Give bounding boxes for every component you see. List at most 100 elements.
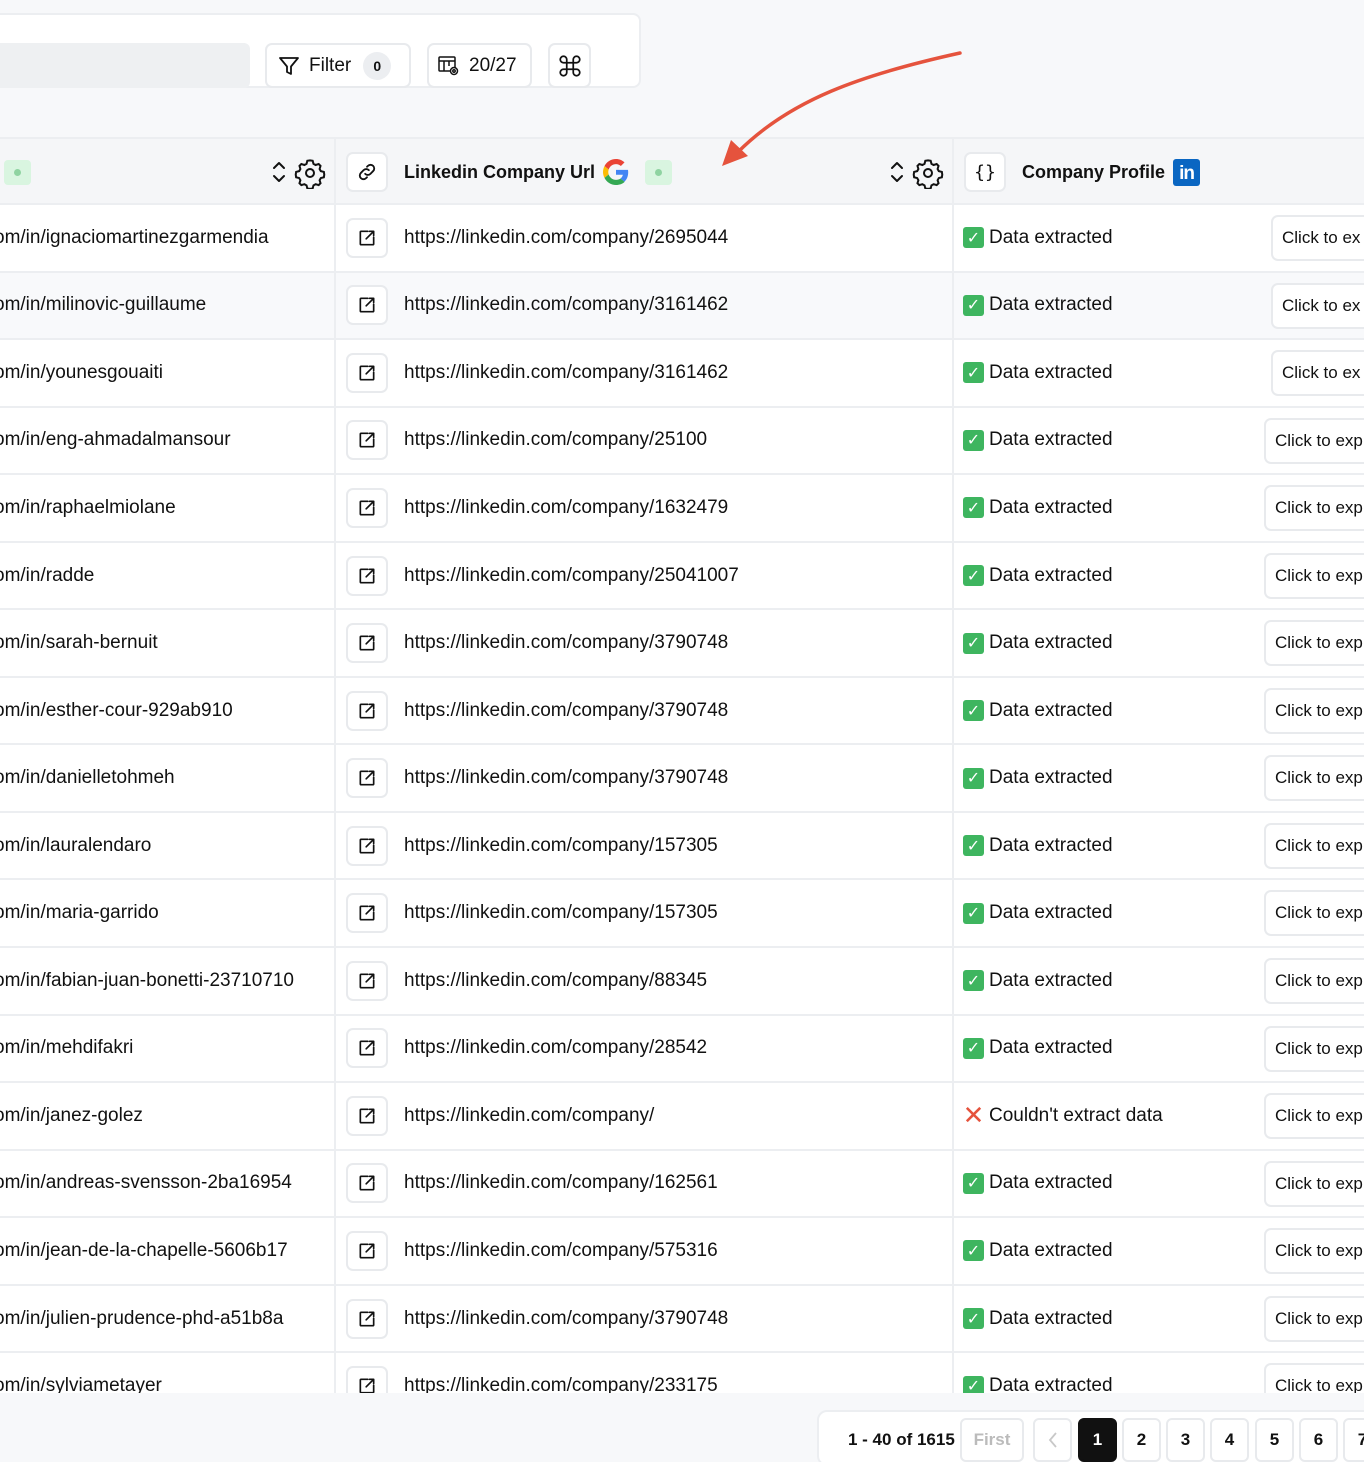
expand-button[interactable]: Click to exp (1264, 1295, 1364, 1342)
profile-url-cell[interactable]: om/in/jean-de-la-chapelle-5606b17 (0, 1218, 336, 1284)
table-row[interactable]: om/in/maria-garrido https://linkedin.com/… (0, 880, 1364, 949)
expand-button[interactable]: Click to exp (1264, 822, 1364, 869)
company-profile-cell[interactable]: ✓ Data extracted Click to exp (956, 745, 1364, 811)
company-url-cell[interactable]: https://linkedin.com/company/233175 (338, 1353, 954, 1393)
expand-button[interactable]: Click to exp (1264, 958, 1364, 1005)
profile-url-cell[interactable]: om/in/esther-cour-929ab910 (0, 677, 336, 744)
company-profile-cell[interactable]: ✓ Data extracted Click to exp (956, 1016, 1364, 1082)
open-link-button[interactable] (346, 1366, 388, 1393)
open-link-button[interactable] (346, 960, 388, 1001)
table-row[interactable]: om/in/danielletohmeh https://linkedin.com… (0, 745, 1364, 813)
open-link-button[interactable] (346, 217, 388, 258)
expand-button[interactable]: Click to exp (1264, 687, 1364, 734)
search-input[interactable] (0, 43, 250, 88)
open-link-button[interactable] (346, 285, 388, 326)
filter-button[interactable]: Filter 0 (265, 43, 411, 88)
sort-icon[interactable] (888, 157, 906, 187)
table-row[interactable]: om/in/esther-cour-929ab910 https://linked… (0, 677, 1364, 746)
expand-button[interactable]: Click to ex (1271, 282, 1364, 329)
profile-url-cell[interactable]: om/in/fabian-juan-bonetti-23710710 (0, 948, 336, 1014)
table-row[interactable]: om/in/janez-golez https://linkedin.com/co… (0, 1083, 1364, 1151)
page-button-6[interactable]: 6 (1299, 1418, 1338, 1462)
expand-button[interactable]: Click to exp (1264, 552, 1364, 599)
profile-url-cell[interactable]: om/in/milinovic-guillaume (0, 272, 336, 339)
gear-icon[interactable] (294, 157, 326, 189)
page-button-4[interactable]: 4 (1210, 1418, 1249, 1462)
company-url-cell[interactable]: https://linkedin.com/company/157305 (338, 880, 954, 947)
company-profile-cell[interactable]: ✓ Data extracted Click to exp (956, 880, 1364, 946)
open-link-button[interactable] (346, 1095, 388, 1136)
company-profile-cell[interactable]: ✓ Data extracted Click to exp (956, 1353, 1364, 1393)
company-profile-cell[interactable]: ✕ Couldn't extract data Click to exp (956, 1083, 1364, 1149)
profile-url-cell[interactable]: om/in/lauralendaro (0, 812, 336, 879)
open-link-button[interactable] (346, 352, 388, 393)
company-profile-cell[interactable]: ✓ Data extracted Click to exp (956, 408, 1364, 474)
table-row[interactable]: om/in/lauralendaro https://linkedin.com/c… (0, 812, 1364, 881)
expand-button[interactable]: Click to exp (1264, 1025, 1364, 1072)
profile-url-cell[interactable]: om/in/sarah-bernuit (0, 610, 336, 676)
table-row[interactable]: om/in/andreas-svensson-2ba16954 https://l… (0, 1150, 1364, 1219)
gear-icon[interactable] (912, 157, 944, 189)
company-profile-cell[interactable]: ✓ Data extracted Click to exp (956, 813, 1364, 879)
profile-url-cell[interactable]: om/in/andreas-svensson-2ba16954 (0, 1150, 336, 1217)
company-url-cell[interactable]: https://linkedin.com/company/3161462 (338, 272, 954, 339)
company-url-cell[interactable]: https://linkedin.com/company/2695044 (338, 205, 954, 271)
open-link-button[interactable] (346, 1028, 388, 1069)
open-link-button[interactable] (346, 690, 388, 731)
table-row[interactable]: om/in/milinovic-guillaume https://linkedi… (0, 272, 1364, 341)
profile-url-cell[interactable]: om/in/raphaelmiolane (0, 475, 336, 541)
open-link-button[interactable] (346, 623, 388, 664)
table-row[interactable]: om/in/jean-de-la-chapelle-5606b17 https:/… (0, 1218, 1364, 1286)
profile-url-cell[interactable]: om/in/janez-golez (0, 1083, 336, 1149)
expand-button[interactable]: Click to ex (1271, 215, 1364, 261)
sort-icon[interactable] (270, 157, 288, 187)
table-row[interactable]: om/in/fabian-juan-bonetti-23710710 https:… (0, 948, 1364, 1016)
profile-url-cell[interactable]: om/in/radde (0, 542, 336, 609)
company-profile-cell[interactable]: ✓ Data extracted Click to ex (956, 273, 1364, 339)
company-profile-cell[interactable]: ✓ Data extracted Click to exp (956, 1151, 1364, 1217)
table-row[interactable]: om/in/raphaelmiolane https://linkedin.com… (0, 475, 1364, 543)
page-button-2[interactable]: 2 (1122, 1418, 1161, 1462)
open-link-button[interactable] (346, 487, 388, 528)
company-url-cell[interactable]: https://linkedin.com/company/88345 (338, 948, 954, 1014)
company-url-cell[interactable]: https://linkedin.com/company/28542 (338, 1015, 954, 1082)
expand-button[interactable]: Click to exp (1264, 1160, 1364, 1207)
table-row[interactable]: om/in/ignaciomartinezgarmendia https://li… (0, 205, 1364, 273)
column-header-company-profile[interactable]: {} Company Profile in (956, 139, 1364, 205)
profile-url-cell[interactable]: om/in/mehdifakri (0, 1015, 336, 1082)
table-row[interactable]: om/in/julien-prudence-phd-a51b8a https://… (0, 1285, 1364, 1354)
company-url-cell[interactable]: https://linkedin.com/company/162561 (338, 1150, 954, 1217)
profile-url-cell[interactable]: om/in/sylviametayer (0, 1353, 336, 1393)
company-url-cell[interactable]: https://linkedin.com/company/3790748 (338, 745, 954, 811)
column-header-profile[interactable] (0, 139, 336, 205)
expand-button[interactable]: Click to exp (1264, 890, 1364, 937)
profile-url-cell[interactable]: om/in/danielletohmeh (0, 745, 336, 811)
company-url-cell[interactable]: https://linkedin.com/company/3790748 (338, 677, 954, 744)
table-row[interactable]: om/in/sylviametayer https://linkedin.com/… (0, 1353, 1364, 1393)
columns-button[interactable]: 20/27 (427, 43, 532, 88)
open-link-button[interactable] (346, 1230, 388, 1271)
company-url-cell[interactable]: https://linkedin.com/company/575316 (338, 1218, 954, 1284)
prev-page-button[interactable] (1033, 1418, 1072, 1462)
company-url-cell[interactable]: https://linkedin.com/company/157305 (338, 812, 954, 879)
company-url-cell[interactable]: https://linkedin.com/company/3161462 (338, 340, 954, 406)
profile-url-cell[interactable]: om/in/ignaciomartinezgarmendia (0, 205, 336, 271)
company-profile-cell[interactable]: ✓ Data extracted Click to ex (956, 205, 1364, 271)
company-url-cell[interactable]: https://linkedin.com/company/ (338, 1083, 954, 1149)
expand-button[interactable]: Click to exp (1264, 755, 1364, 802)
page-button-5[interactable]: 5 (1255, 1418, 1294, 1462)
expand-button[interactable]: Click to exp (1264, 1363, 1364, 1393)
column-header-linkedin-company-url[interactable]: Linkedin Company Url (338, 139, 954, 205)
expand-button[interactable]: Click to exp (1264, 1093, 1364, 1140)
company-profile-cell[interactable]: ✓ Data extracted Click to exp (956, 948, 1364, 1014)
expand-button[interactable]: Click to ex (1271, 350, 1364, 397)
company-profile-cell[interactable]: ✓ Data extracted Click to exp (956, 1286, 1364, 1352)
table-row[interactable]: om/in/sarah-bernuit https://linkedin.com/… (0, 610, 1364, 678)
company-profile-cell[interactable]: ✓ Data extracted Click to ex (956, 340, 1364, 406)
expand-button[interactable]: Click to exp (1264, 620, 1364, 667)
open-link-button[interactable] (346, 825, 388, 866)
table-row[interactable]: om/in/radde https://linkedin.com/company/… (0, 542, 1364, 611)
profile-url-cell[interactable]: om/in/eng-ahmadalmansour (0, 407, 336, 474)
company-url-cell[interactable]: https://linkedin.com/company/25100 (338, 407, 954, 474)
company-profile-cell[interactable]: ✓ Data extracted Click to exp (956, 610, 1364, 676)
